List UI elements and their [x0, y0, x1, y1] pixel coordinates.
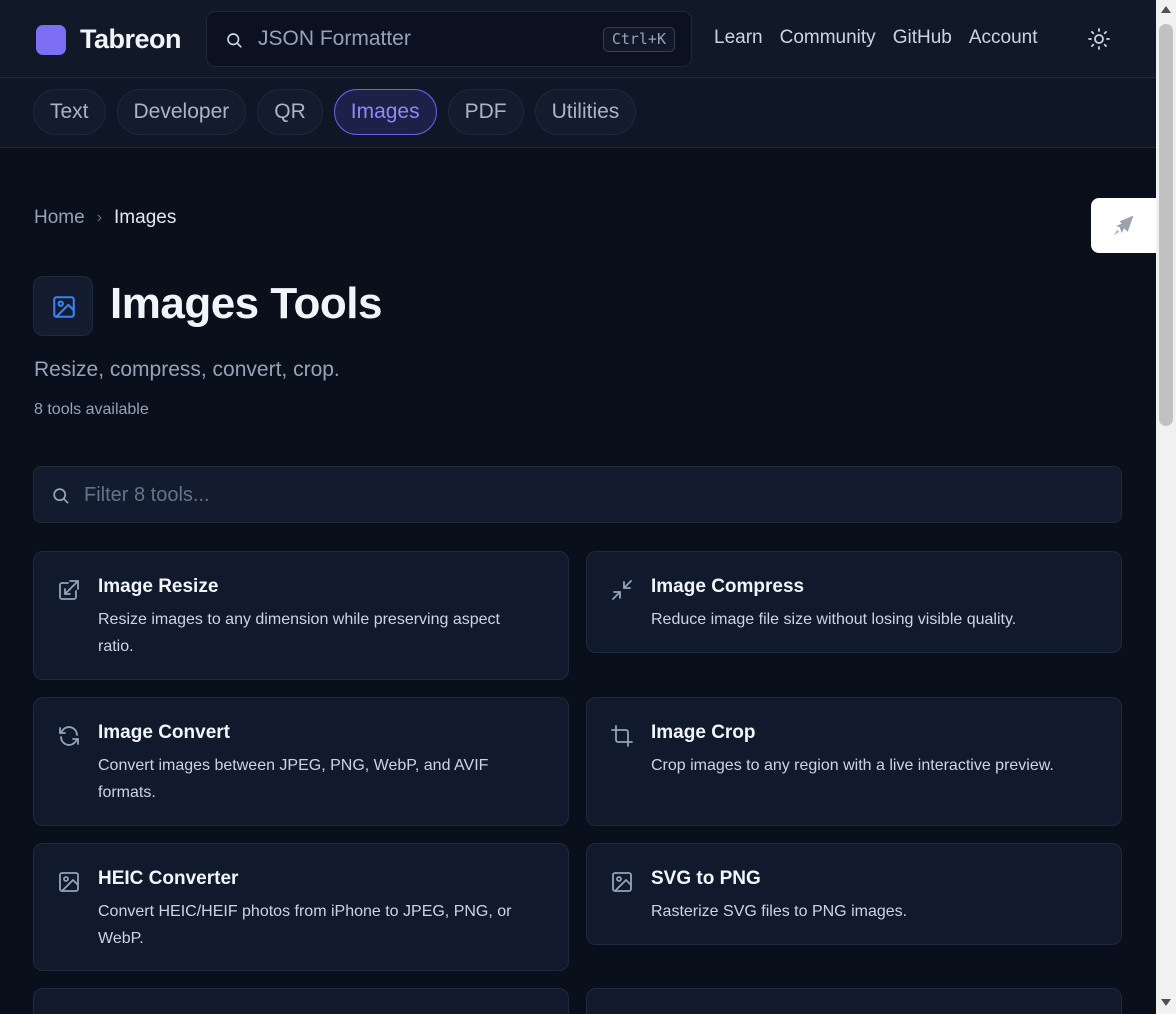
chevron-right-icon: ›: [96, 209, 103, 226]
page-title: Images Tools: [110, 279, 382, 328]
tool-title: SVG to PNG: [651, 868, 761, 889]
sun-icon[interactable]: [1087, 27, 1111, 51]
nav-learn[interactable]: Learn: [714, 27, 763, 49]
rocket-icon: [1113, 215, 1134, 236]
search-icon: [227, 33, 242, 48]
category-bar: Text Developer QR Images PDF Utilities: [0, 78, 1156, 148]
search-shortcut: Ctrl+K: [602, 27, 675, 52]
logo[interactable]: Tabreon: [36, 24, 182, 55]
tab-images[interactable]: Images: [333, 89, 437, 135]
top-nav: Learn Community GitHub Account: [714, 27, 1037, 49]
tool-card-image-convert[interactable]: Image Convert Convert images between JPE…: [33, 697, 569, 826]
tool-description: Convert HEIC/HEIF photos from iPhone to …: [98, 903, 512, 947]
tool-title: Image Convert: [98, 722, 230, 743]
search-placeholder[interactable]: JSON Formatter: [258, 27, 411, 51]
nav-community[interactable]: Community: [780, 27, 876, 49]
tab-utilities[interactable]: Utilities: [534, 89, 637, 135]
image-icon: [59, 872, 79, 892]
search-icon: [53, 488, 69, 504]
tab-pdf[interactable]: PDF: [447, 89, 524, 135]
tool-count: 8 tools available: [34, 401, 149, 418]
top-bar: Tabreon JSON Formatter Ctrl+K Learn Comm…: [0, 0, 1156, 78]
scrollbar[interactable]: [1156, 0, 1176, 1014]
tool-title: Image Crop: [651, 722, 756, 743]
category-tabs: Text Developer QR Images PDF Utilities: [33, 89, 637, 135]
scroll-down-arrow[interactable]: [1161, 999, 1171, 1006]
tool-card-image-crop[interactable]: Image Crop Crop images to any region wit…: [586, 697, 1122, 826]
image-icon: [612, 872, 632, 892]
crop-icon: [611, 725, 633, 747]
page-subtitle: Resize, compress, convert, crop.: [34, 358, 340, 381]
logo-mark: [36, 24, 66, 55]
tool-card-svg-to-png[interactable]: SVG to PNG Rasterize SVG files to PNG im…: [586, 843, 1122, 945]
tool-description: Convert images between JPEG, PNG, WebP, …: [98, 757, 489, 801]
breadcrumb: Home › Images: [34, 207, 176, 229]
scrollbar-thumb[interactable]: [1159, 24, 1173, 426]
tool-title: Image Compress: [651, 576, 805, 597]
tool-description: Reduce image file size without losing vi…: [651, 611, 1017, 628]
filter-input[interactable]: [84, 479, 984, 511]
scroll-up-arrow[interactable]: [1161, 6, 1171, 13]
tool-card-heic-converter[interactable]: HEIC Converter Convert HEIC/HEIF photos …: [33, 843, 569, 971]
compress-icon: [612, 580, 632, 600]
tab-text[interactable]: Text: [33, 89, 106, 135]
tool-card-image-compress[interactable]: Image Compress Reduce image file size wi…: [586, 551, 1122, 653]
tool-card-image-resize[interactable]: Image Resize Resize images to any dimens…: [33, 551, 569, 680]
global-search[interactable]: JSON Formatter Ctrl+K: [206, 11, 692, 67]
tool-description: Resize images to any dimension while pre…: [98, 611, 500, 655]
tool-title: Image Resize: [98, 576, 219, 597]
refresh-icon: [59, 726, 79, 746]
tool-card-partial[interactable]: [586, 988, 1122, 1014]
tool-card-partial[interactable]: [33, 988, 569, 1014]
brand-name: Tabreon: [80, 24, 182, 54]
tool-description: Crop images to any region with a live in…: [651, 757, 1054, 774]
feedback-widget[interactable]: [1091, 198, 1156, 253]
filter-box: [33, 466, 1122, 523]
nav-github[interactable]: GitHub: [893, 27, 952, 49]
tab-developer[interactable]: Developer: [116, 89, 247, 135]
breadcrumb-current: Images: [114, 207, 177, 228]
tool-description: Rasterize SVG files to PNG images.: [651, 903, 908, 920]
tab-qr[interactable]: QR: [257, 89, 323, 135]
breadcrumb-home[interactable]: Home: [34, 207, 85, 229]
nav-account[interactable]: Account: [969, 27, 1038, 49]
image-icon: [33, 276, 93, 336]
resize-icon: [59, 580, 79, 600]
tool-title: HEIC Converter: [98, 868, 239, 889]
